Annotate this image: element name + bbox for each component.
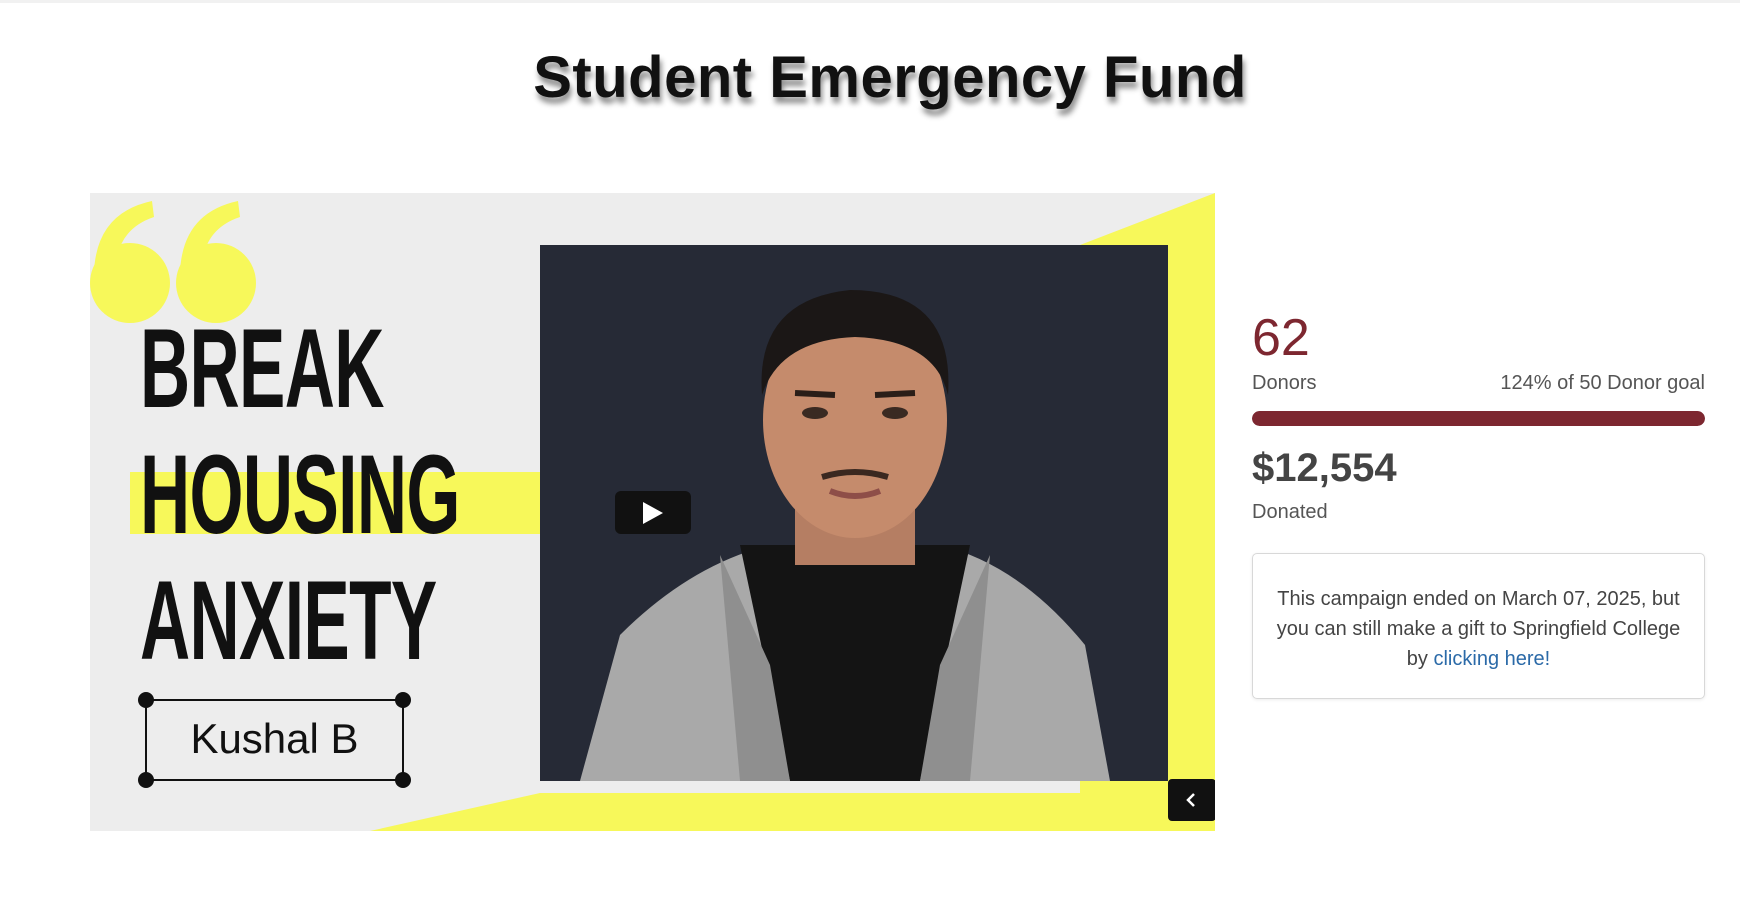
top-border — [0, 0, 1740, 3]
name-tag: Kushal B — [138, 692, 411, 788]
corner-dot — [138, 772, 154, 788]
headline-line-1: BREAK — [140, 306, 384, 431]
donated-amount: $12,554 — [1252, 446, 1397, 490]
corner-dot — [395, 692, 411, 708]
campaign-media: BREAK HOUSING ANXIETY Kushal B — [90, 193, 1215, 831]
campaign-ended-notice: This campaign ended on March 07, 2025, b… — [1252, 553, 1705, 699]
donor-progress-bar — [1252, 411, 1705, 426]
donated-label: Donated — [1252, 501, 1328, 523]
donor-goal-text: 124% of 50 Donor goal — [1500, 372, 1705, 394]
page-title: Student Emergency Fund — [533, 45, 1247, 110]
donor-progress-fill — [1252, 411, 1705, 426]
previous-slide-button[interactable] — [1168, 779, 1215, 821]
corner-dot — [138, 692, 154, 708]
headline-line-3: ANXIETY — [140, 558, 437, 683]
person-name: Kushal B — [190, 715, 359, 762]
chevron-left-icon — [1186, 793, 1195, 807]
give-now-link[interactable]: clicking here! — [1433, 648, 1550, 670]
play-icon — [643, 502, 663, 524]
donor-label: Donors — [1252, 372, 1317, 394]
donor-count: 62 — [1252, 309, 1310, 367]
corner-dot — [395, 772, 411, 788]
headline-line-2: HOUSING — [140, 432, 460, 557]
play-video-button[interactable] — [615, 491, 691, 534]
